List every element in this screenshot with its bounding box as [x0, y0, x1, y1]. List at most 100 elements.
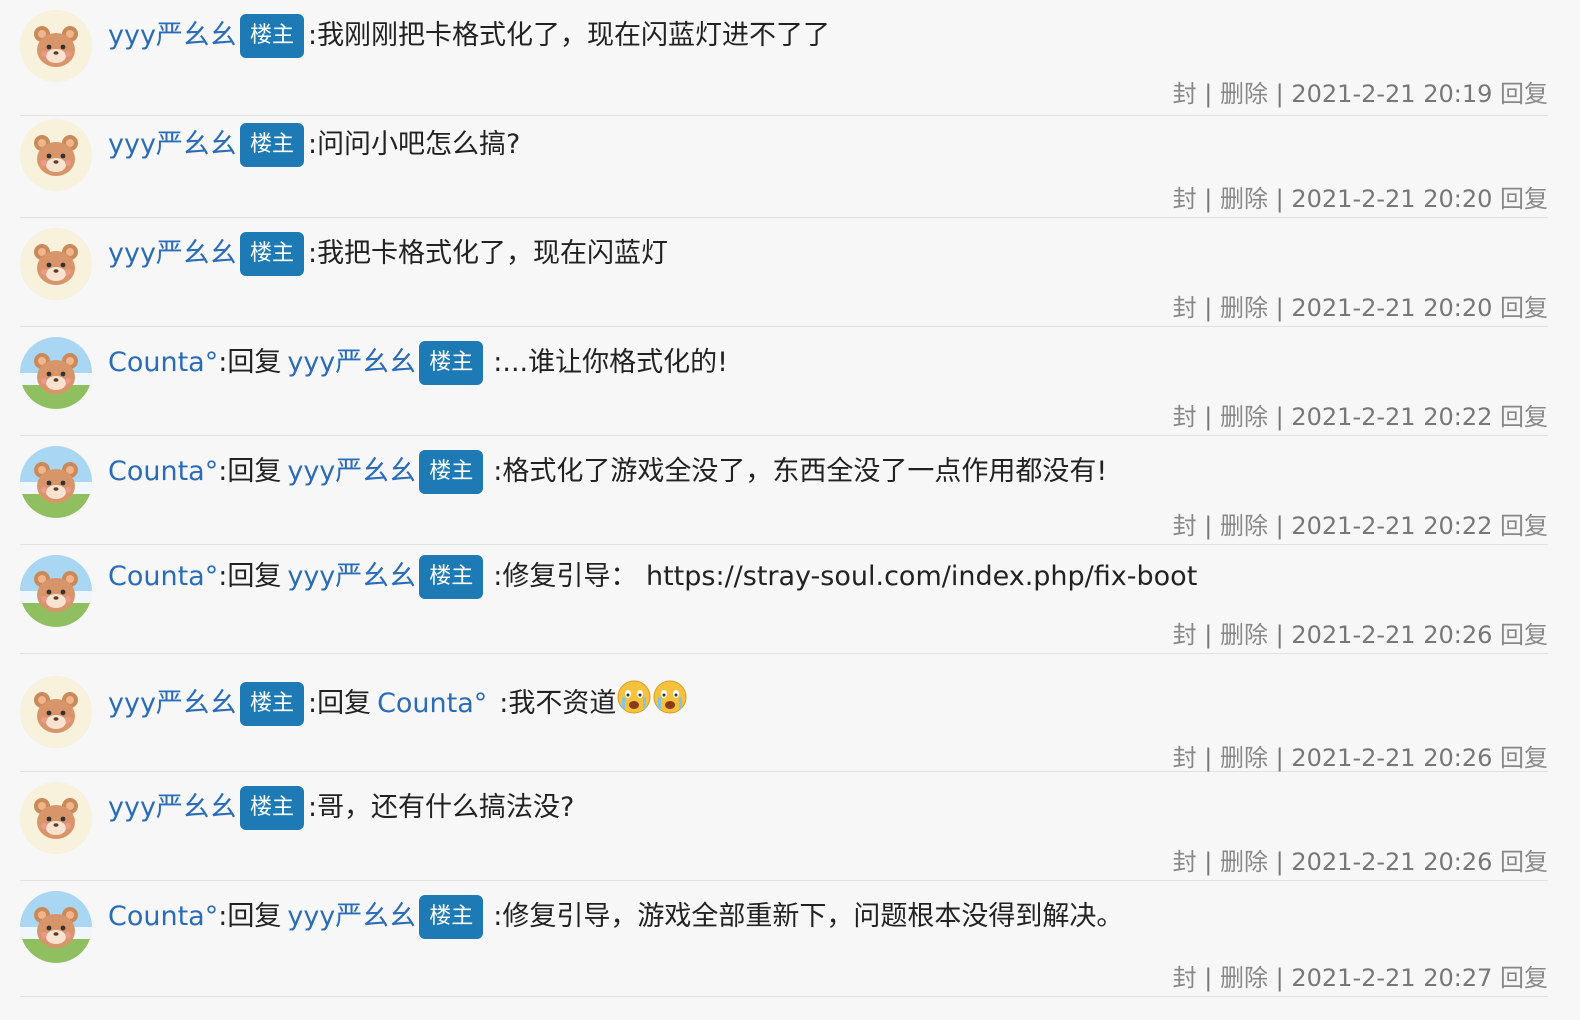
delete-link[interactable]: 删除 [1220, 185, 1268, 213]
reply-row: Counta° : 回复 yyy严幺幺 楼主:格式化了游戏全没了，东西全没了一点作用… [20, 436, 1548, 545]
reply-row: yyy严幺幺 楼主: 回复 Counta°:我不资道封 | 删除 | 2021-2-2… [20, 654, 1548, 772]
delete-link[interactable]: 删除 [1220, 964, 1268, 992]
reply-target-link[interactable]: Counta° [377, 684, 487, 724]
meta-separator: | [1275, 403, 1284, 431]
reply-text: :修复引导： https://stray-soul.com/index.php/… [493, 561, 1198, 592]
reply-time: 2021-2-21 20:19 [1291, 80, 1493, 108]
ban-link[interactable]: 封 [1173, 185, 1197, 213]
reply-meta: 封 | 删除 | 2021-2-21 20:20 回复 [1173, 288, 1548, 323]
reply-meta: 封 | 删除 | 2021-2-21 20:19 回复 [1173, 74, 1548, 109]
avatar[interactable] [20, 119, 92, 191]
colon: : [307, 129, 318, 160]
meta-separator: | [1275, 294, 1284, 322]
reply-link[interactable]: 回复 [1500, 744, 1548, 772]
username-link[interactable]: Counta° [108, 557, 218, 597]
username-link[interactable]: yyy严幺幺 [108, 788, 237, 828]
ban-link[interactable]: 封 [1173, 848, 1197, 876]
reply-text: :修复引导，游戏全部重新下，问题根本没得到解决。 [493, 901, 1124, 932]
reply-target-link[interactable]: yyy严幺幺 [287, 557, 416, 597]
avatar[interactable] [20, 891, 92, 963]
delete-link[interactable]: 删除 [1220, 744, 1268, 772]
reply-link[interactable]: 回复 [1500, 185, 1548, 213]
reply-time: 2021-2-21 20:22 [1291, 512, 1493, 540]
reply-text: 我刚刚把卡格式化了，现在闪蓝灯进不了了 [317, 20, 831, 51]
reply-word: 回复 [317, 688, 372, 719]
meta-separator: | [1204, 744, 1213, 772]
ban-link[interactable]: 封 [1173, 294, 1197, 322]
reply-link[interactable]: 回复 [1500, 80, 1548, 108]
reply-time: 2021-2-21 20:26 [1291, 848, 1493, 876]
owner-badge: 楼主 [419, 341, 484, 385]
reply-row: Counta° : 回复 yyy严幺幺 楼主:修复引导，游戏全部重新下，问题根本没得… [20, 881, 1548, 997]
reply-content: yyy严幺幺 楼主: 问问小吧怎么搞? [108, 123, 520, 167]
reply-time: 2021-2-21 20:20 [1291, 185, 1493, 213]
reply-row: yyy严幺幺 楼主: 我刚刚把卡格式化了，现在闪蓝灯进不了了封 | 删除 | 202… [20, 0, 1548, 116]
reply-target-link[interactable]: yyy严幺幺 [287, 452, 416, 492]
reply-link[interactable]: 回复 [1500, 848, 1548, 876]
avatar[interactable] [20, 555, 92, 627]
avatar[interactable] [20, 337, 92, 409]
avatar[interactable] [20, 676, 92, 748]
crying-emoji-icon [652, 679, 688, 715]
meta-separator: | [1204, 848, 1213, 876]
reply-row: yyy严幺幺 楼主: 哥，还有什么搞法没? 封 | 删除 | 2021-2-21 20… [20, 772, 1548, 881]
reply-meta: 封 | 删除 | 2021-2-21 20:27 回复 [1173, 958, 1548, 993]
username-link[interactable]: Counta° [108, 452, 218, 492]
username-link[interactable]: yyy严幺幺 [108, 234, 237, 274]
reply-link[interactable]: 回复 [1500, 512, 1548, 540]
colon: : [307, 20, 318, 51]
reply-time: 2021-2-21 20:20 [1291, 294, 1493, 322]
username-link[interactable]: yyy严幺幺 [108, 125, 237, 165]
username-link[interactable]: Counta° [108, 343, 218, 383]
ban-link[interactable]: 封 [1173, 621, 1197, 649]
owner-badge: 楼主 [239, 786, 304, 830]
reply-target-link[interactable]: yyy严幺幺 [287, 343, 416, 383]
reply-meta: 封 | 删除 | 2021-2-21 20:20 回复 [1173, 179, 1548, 214]
owner-badge: 楼主 [239, 123, 304, 167]
meta-separator: | [1204, 185, 1213, 213]
username-link[interactable]: yyy严幺幺 [108, 16, 237, 56]
reply-content: yyy严幺幺 楼主: 我把卡格式化了，现在闪蓝灯 [108, 232, 668, 276]
reply-row: yyy严幺幺 楼主: 我把卡格式化了，现在闪蓝灯封 | 删除 | 2021-2-21… [20, 218, 1548, 327]
meta-separator: | [1204, 294, 1213, 322]
reply-text: :格式化了游戏全没了，东西全没了一点作用都没有! [493, 456, 1108, 487]
owner-badge: 楼主 [239, 682, 304, 726]
delete-link[interactable]: 删除 [1220, 621, 1268, 649]
ban-link[interactable]: 封 [1173, 964, 1197, 992]
reply-link[interactable]: 回复 [1500, 294, 1548, 322]
meta-separator: | [1275, 744, 1284, 772]
meta-separator: | [1275, 512, 1284, 540]
reply-word: 回复 [227, 456, 282, 487]
delete-link[interactable]: 删除 [1220, 403, 1268, 431]
reply-link[interactable]: 回复 [1500, 621, 1548, 649]
avatar[interactable] [20, 228, 92, 300]
username-link[interactable]: yyy严幺幺 [108, 684, 237, 724]
ban-link[interactable]: 封 [1173, 744, 1197, 772]
colon: : [307, 792, 318, 823]
delete-link[interactable]: 删除 [1220, 512, 1268, 540]
meta-separator: | [1204, 512, 1213, 540]
crying-emoji-icon [616, 679, 652, 715]
reply-target-link[interactable]: yyy严幺幺 [287, 897, 416, 937]
delete-link[interactable]: 删除 [1220, 848, 1268, 876]
ban-link[interactable]: 封 [1173, 512, 1197, 540]
ban-link[interactable]: 封 [1173, 80, 1197, 108]
avatar[interactable] [20, 10, 92, 82]
reply-content: Counta° : 回复 yyy严幺幺 楼主:修复引导，游戏全部重新下，问题根本没得… [108, 895, 1123, 939]
username-link[interactable]: Counta° [108, 897, 218, 937]
meta-separator: | [1275, 80, 1284, 108]
reply-content: Counta° : 回复 yyy严幺幺 楼主:修复引导： https://stray… [108, 555, 1197, 599]
reply-text: 哥，还有什么搞法没? [317, 792, 575, 823]
colon: : [307, 688, 318, 719]
reply-link[interactable]: 回复 [1500, 964, 1548, 992]
avatar[interactable] [20, 782, 92, 854]
delete-link[interactable]: 删除 [1220, 80, 1268, 108]
colon: : [307, 238, 318, 269]
delete-link[interactable]: 删除 [1220, 294, 1268, 322]
reply-content: Counta° : 回复 yyy严幺幺 楼主:格式化了游戏全没了，东西全没了一点作用… [108, 450, 1107, 494]
avatar[interactable] [20, 446, 92, 518]
colon: : [218, 561, 228, 592]
reply-time: 2021-2-21 20:27 [1291, 964, 1493, 992]
reply-link[interactable]: 回复 [1500, 403, 1548, 431]
ban-link[interactable]: 封 [1173, 403, 1197, 431]
